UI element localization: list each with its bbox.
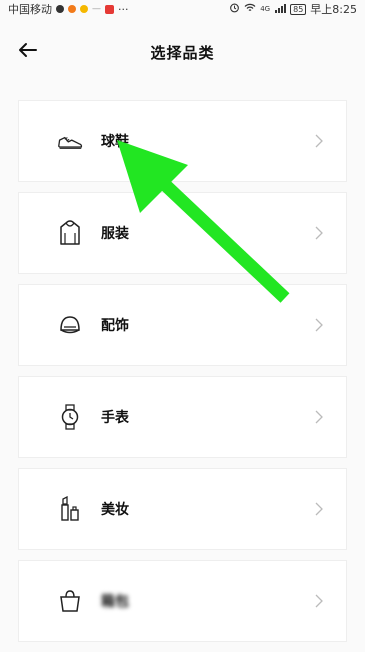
status-bar: 中国移动 — ··· 4G 85 早上8:25: [0, 0, 365, 18]
news-app-icon: [105, 4, 114, 14]
carrier-label: 中国移动: [8, 3, 52, 16]
chevron-right-icon: [315, 318, 323, 332]
notification-ellipsis: ···: [118, 2, 129, 16]
status-right: 4G 85 早上8:25: [229, 1, 357, 17]
battery-icon: 85: [290, 3, 307, 15]
category-label: 手表: [101, 410, 129, 426]
app-icon: [80, 5, 88, 13]
category-item-sneakers[interactable]: 球鞋: [18, 100, 347, 182]
category-label: 箱包: [101, 594, 129, 610]
signal-icon: [274, 3, 287, 16]
chevron-right-icon: [315, 410, 323, 424]
wifi-icon: [244, 2, 256, 16]
category-item-bags[interactable]: 箱包: [18, 560, 347, 642]
more-dots: —: [92, 4, 101, 14]
category-item-watches[interactable]: 手表: [18, 376, 347, 458]
chat-icon: [56, 5, 64, 13]
category-label: 美妆: [101, 502, 129, 518]
category-label: 配饰: [101, 318, 129, 334]
chevron-right-icon: [315, 226, 323, 240]
clock: 早上8:25: [310, 3, 357, 16]
category-item-accessories[interactable]: 配饰: [18, 284, 347, 366]
header: 选择品类: [0, 30, 365, 70]
chevron-right-icon: [315, 502, 323, 516]
category-list: 球鞋 服装 配饰 手表 美妆 箱包: [18, 100, 347, 652]
category-label: 球鞋: [101, 134, 129, 150]
watch-icon: [57, 404, 83, 430]
page-title: 选择品类: [150, 44, 215, 62]
category-label: 服装: [101, 226, 129, 242]
category-item-clothing[interactable]: 服装: [18, 192, 347, 274]
chevron-right-icon: [315, 594, 323, 608]
network-type: 4G: [260, 5, 271, 13]
lipstick-icon: [57, 496, 83, 522]
status-left: 中国移动 — ···: [8, 1, 129, 17]
hoodie-icon: [57, 220, 83, 246]
bag-icon: [57, 588, 83, 614]
alarm-icon: [229, 2, 240, 16]
chevron-right-icon: [315, 134, 323, 148]
cap-icon: [57, 312, 83, 338]
sneaker-icon: [57, 128, 83, 154]
app-icon: [68, 5, 76, 13]
category-item-beauty[interactable]: 美妆: [18, 468, 347, 550]
